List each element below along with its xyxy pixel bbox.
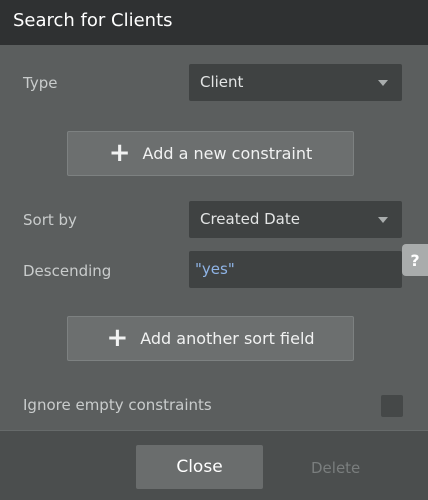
add-sort-field-button[interactable]: + Add another sort field xyxy=(67,316,354,361)
sort-by-dropdown-value: Created Date xyxy=(200,210,300,228)
descending-input[interactable]: "yes" xyxy=(189,251,402,288)
add-constraint-label: Add a new constraint xyxy=(142,144,313,163)
type-label: Type xyxy=(23,74,58,92)
question-icon: ? xyxy=(410,250,420,270)
help-button[interactable]: ? xyxy=(402,244,428,276)
add-constraint-button[interactable]: + Add a new constraint xyxy=(67,131,354,176)
descending-label: Descending xyxy=(23,262,112,280)
type-dropdown-value: Client xyxy=(200,73,244,91)
close-button-label: Close xyxy=(176,457,223,477)
chevron-down-icon xyxy=(378,217,388,223)
plus-icon: + xyxy=(106,322,129,353)
dialog-header: Search for Clients xyxy=(0,0,428,45)
type-dropdown[interactable]: Client xyxy=(189,64,402,101)
chevron-down-icon xyxy=(378,80,388,86)
ignore-empty-label: Ignore empty constraints xyxy=(23,396,212,414)
close-button[interactable]: Close xyxy=(136,445,263,489)
plus-icon: + xyxy=(108,137,131,168)
delete-button[interactable]: Delete xyxy=(311,459,360,477)
add-sort-field-label: Add another sort field xyxy=(140,329,315,348)
ignore-empty-checkbox[interactable] xyxy=(381,395,403,417)
sort-by-label: Sort by xyxy=(23,211,77,229)
dialog-footer: Close Delete xyxy=(0,430,428,500)
dialog-title: Search for Clients xyxy=(13,10,173,31)
sort-by-dropdown[interactable]: Created Date xyxy=(189,201,402,238)
descending-value: "yes" xyxy=(195,260,235,278)
